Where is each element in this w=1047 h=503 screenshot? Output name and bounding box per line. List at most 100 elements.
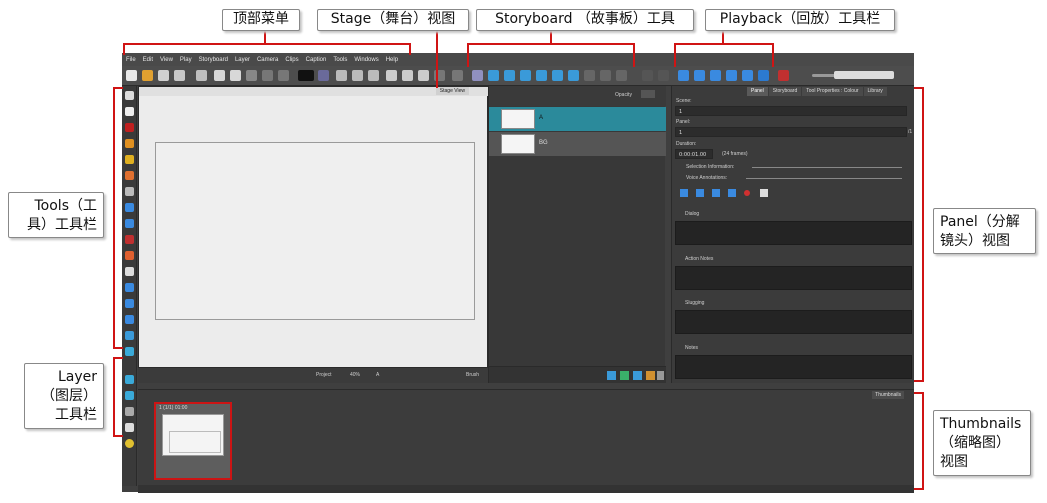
view-alt-icon[interactable] <box>402 70 413 81</box>
copy-icon[interactable] <box>214 70 225 81</box>
brush-icon[interactable] <box>125 123 134 132</box>
thumbnails-tab[interactable]: Thumbnails <box>872 391 904 399</box>
delete-layer-icon[interactable] <box>125 407 134 416</box>
add-vector-layer-icon[interactable] <box>125 391 134 400</box>
panel-field[interactable]: 1 <box>675 127 907 137</box>
ellipse-icon[interactable] <box>125 219 134 228</box>
voice-rewind-icon[interactable] <box>680 189 688 197</box>
stage-zoom-level[interactable]: 40% <box>350 372 360 378</box>
menu-edit[interactable]: Edit <box>143 57 153 63</box>
section-notes-body[interactable] <box>675 355 912 379</box>
menu-play[interactable]: Play <box>180 57 192 63</box>
cut-icon[interactable] <box>196 70 207 81</box>
redo-icon[interactable] <box>278 70 289 81</box>
sound-scrub-icon[interactable] <box>758 70 769 81</box>
menu-view[interactable]: View <box>160 57 173 63</box>
voice-record-icon[interactable] <box>744 190 750 196</box>
rename-scene-icon[interactable] <box>568 70 579 81</box>
sound-icon[interactable] <box>742 70 753 81</box>
play-icon[interactable] <box>710 70 721 81</box>
add-layer-icon[interactable] <box>125 375 134 384</box>
delete-icon[interactable] <box>246 70 257 81</box>
join-panel-icon[interactable] <box>552 70 563 81</box>
tab-storyboard[interactable]: Storyboard <box>768 87 802 96</box>
pencil-icon[interactable] <box>125 139 134 148</box>
section-slugging-body[interactable] <box>675 310 912 334</box>
scene-field[interactable]: 1 <box>675 106 907 116</box>
menu-help[interactable]: Help <box>386 57 398 63</box>
storyboard-extra-icon[interactable] <box>584 70 595 81</box>
layer-trash-icon[interactable] <box>657 371 664 380</box>
add-bitmap-layer-icon[interactable] <box>620 371 629 380</box>
voice-play-icon[interactable] <box>712 189 720 197</box>
lightbulb-icon[interactable] <box>125 439 134 448</box>
play-selection-icon[interactable] <box>694 70 705 81</box>
split-panel-icon[interactable] <box>536 70 547 81</box>
duration-field[interactable]: 0:00:01.00 <box>675 149 713 159</box>
zoom-icon[interactable] <box>452 70 463 81</box>
storyboard-extra2-icon[interactable] <box>600 70 611 81</box>
tab-library[interactable]: Library <box>863 87 887 96</box>
duplicate-layer-icon[interactable] <box>125 423 134 432</box>
layer-transform-icon[interactable] <box>125 347 134 356</box>
grid-icon[interactable] <box>336 70 347 81</box>
contour-editor-icon[interactable] <box>125 299 134 308</box>
next-icon[interactable] <box>658 70 669 81</box>
loop-icon[interactable] <box>726 70 737 81</box>
voice-delete-icon[interactable] <box>760 189 768 197</box>
layer-folder-icon[interactable] <box>646 371 655 380</box>
menu-camera[interactable]: Camera <box>257 57 278 63</box>
polyline-icon[interactable] <box>125 251 134 260</box>
hand-icon[interactable] <box>125 267 134 276</box>
first-frame-icon[interactable] <box>678 70 689 81</box>
opacity-field[interactable] <box>641 90 655 98</box>
section-dialog-body[interactable] <box>675 221 912 245</box>
onion-skin-icon[interactable] <box>318 70 329 81</box>
eraser-icon[interactable] <box>125 171 134 180</box>
new-file-icon[interactable] <box>126 70 137 81</box>
thumbnails-scrollbar[interactable] <box>138 485 914 493</box>
tab-panel[interactable]: Panel <box>747 87 768 96</box>
rotate-icon[interactable] <box>125 331 134 340</box>
layer-row[interactable]: A <box>489 107 666 131</box>
stage-view[interactable]: Stage View <box>138 86 489 368</box>
brush-size-icon[interactable] <box>298 70 314 81</box>
menu-tools[interactable]: Tools <box>333 57 347 63</box>
zoom-tool-icon[interactable] <box>125 315 134 324</box>
tab-tool-properties[interactable]: Tool Properties : Colour <box>802 87 863 96</box>
playback-speed-slider[interactable] <box>834 71 894 79</box>
new-panel-icon[interactable] <box>504 70 515 81</box>
previous-icon[interactable] <box>642 70 653 81</box>
line-icon[interactable] <box>125 235 134 244</box>
layer-row[interactable]: BG <box>489 132 666 156</box>
layout-alt-icon[interactable] <box>368 70 379 81</box>
cutter-icon[interactable] <box>125 187 134 196</box>
open-folder-icon[interactable] <box>142 70 153 81</box>
menu-caption[interactable]: Caption <box>306 57 327 63</box>
record-icon[interactable] <box>778 70 789 81</box>
3d-icon[interactable] <box>472 70 483 81</box>
menu-layer[interactable]: Layer <box>235 57 250 63</box>
view-icon[interactable] <box>386 70 397 81</box>
stage-project-select[interactable]: Project <box>316 372 332 378</box>
menu-file[interactable]: File <box>126 57 136 63</box>
menu-clips[interactable]: Clips <box>285 57 298 63</box>
voice-stop-icon[interactable] <box>696 189 704 197</box>
view-more-icon[interactable] <box>418 70 429 81</box>
select-icon[interactable] <box>125 91 134 100</box>
storyboard-extra3-icon[interactable] <box>616 70 627 81</box>
menu-storyboard[interactable]: Storyboard <box>199 57 228 63</box>
add-group-icon[interactable] <box>633 371 642 380</box>
voice-forward-icon[interactable] <box>728 189 736 197</box>
select-arrow-icon[interactable] <box>125 107 134 116</box>
save-icon[interactable] <box>158 70 169 81</box>
thumbnail-card[interactable]: 1 (1/1) 01:00 <box>154 402 232 480</box>
stage-view-tab[interactable]: Stage View <box>435 87 469 95</box>
undo-icon[interactable] <box>262 70 273 81</box>
duplicate-panel-icon[interactable] <box>520 70 531 81</box>
add-layer-footer-icon[interactable] <box>607 371 616 380</box>
paste-icon[interactable] <box>230 70 241 81</box>
transform-icon[interactable] <box>125 283 134 292</box>
paint-icon[interactable] <box>125 155 134 164</box>
rectangle-icon[interactable] <box>125 203 134 212</box>
